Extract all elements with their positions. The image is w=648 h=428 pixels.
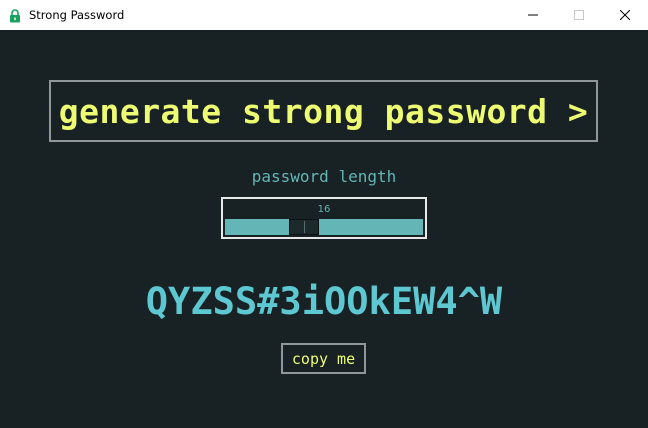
slider-track[interactable] [225,219,423,235]
generated-password: QYZSS#3iOOkEW4^W [145,280,503,323]
title-bar[interactable]: Strong Password [0,0,648,30]
close-icon [620,10,630,20]
maximize-button[interactable] [556,0,602,30]
minimize-button[interactable] [510,0,556,30]
generate-password-button[interactable]: generate strong password > [49,80,598,142]
slider-value: 16 [317,204,331,215]
maximize-icon [574,10,584,20]
close-button[interactable] [602,0,648,30]
minimize-icon [528,14,538,16]
app-content: generate strong password > password leng… [0,30,648,428]
password-length-slider[interactable]: 16 [221,197,427,239]
password-length-label: password length [251,167,397,186]
window-title: Strong Password [29,8,125,22]
copy-button[interactable]: copy me [281,343,366,374]
slider-thumb[interactable] [288,219,319,235]
lock-icon [9,8,21,23]
